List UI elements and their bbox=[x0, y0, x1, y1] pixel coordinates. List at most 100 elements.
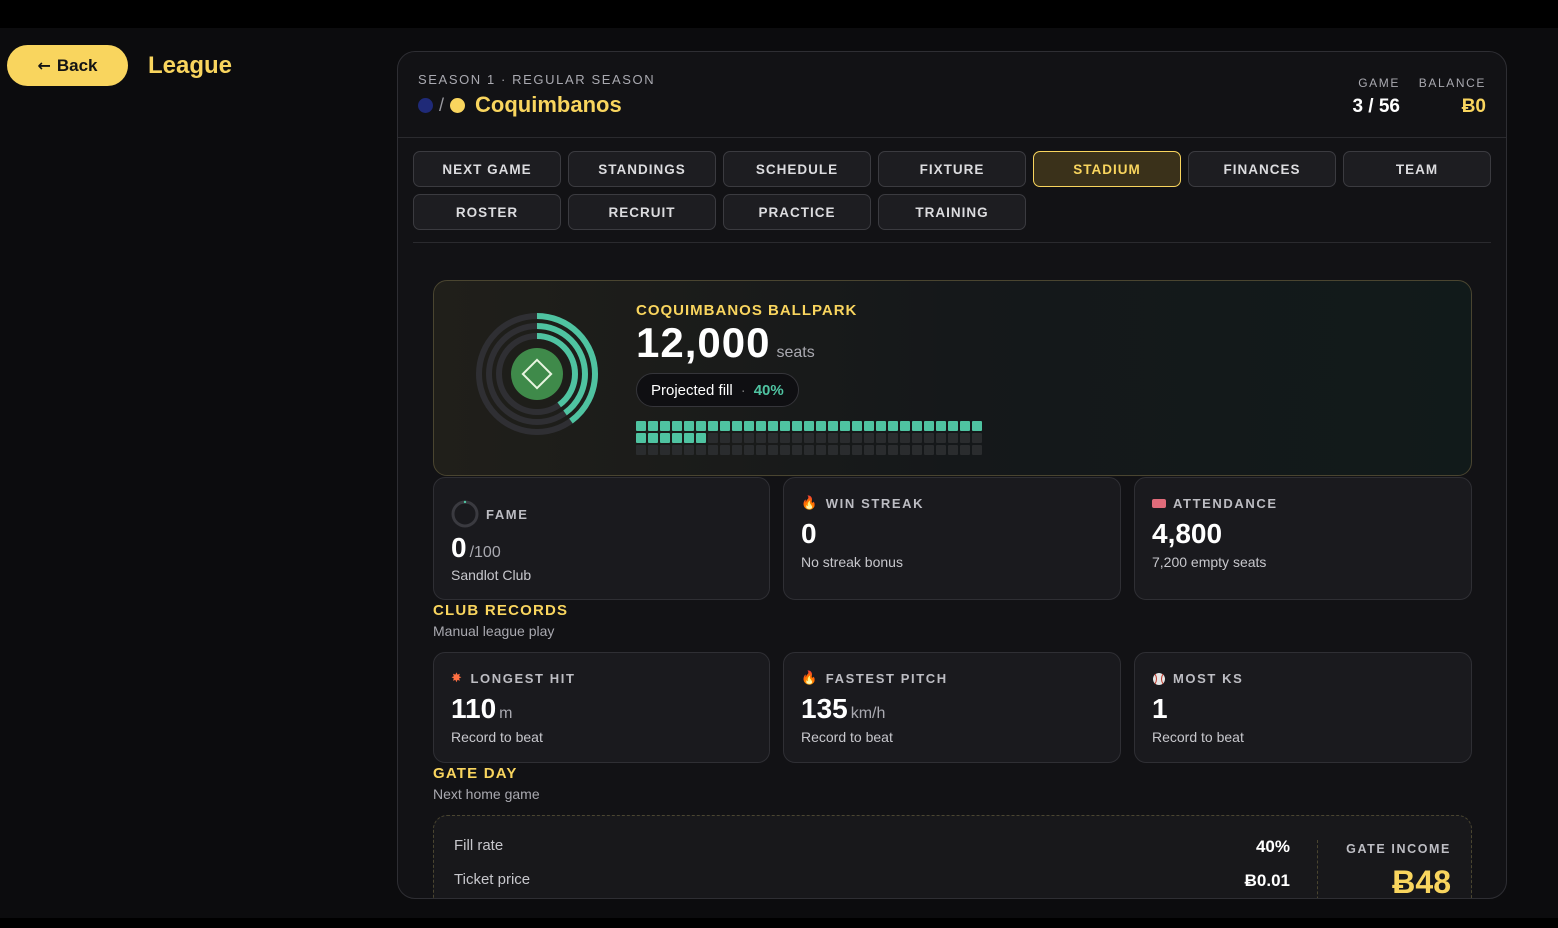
seat-cell bbox=[684, 421, 694, 431]
fame-unit: /100 bbox=[469, 544, 501, 561]
fastest-pitch-value: 135 km/h bbox=[801, 693, 885, 725]
seat-cell bbox=[648, 421, 658, 431]
seat-cell bbox=[732, 433, 742, 443]
tab-fixture[interactable]: FIXTURE bbox=[878, 151, 1026, 187]
tab-training[interactable]: TRAINING bbox=[878, 194, 1026, 230]
seat-cell bbox=[960, 433, 970, 443]
longest-hit-card: ✸ LONGEST HIT 110 m Record to beat bbox=[433, 652, 770, 763]
seat-cell bbox=[816, 445, 826, 455]
fastest-pitch-label-row: 🔥 FASTEST PITCH bbox=[801, 671, 948, 686]
fire-icon: 🔥 bbox=[801, 671, 819, 686]
longest-hit-value: 110 m bbox=[451, 693, 513, 725]
win-streak-value: 0 bbox=[801, 518, 817, 550]
tab-label: FINANCES bbox=[1223, 161, 1301, 177]
game-counter: GAME 3 / 56 bbox=[1352, 76, 1400, 118]
seat-cell bbox=[972, 433, 982, 443]
tab-finances[interactable]: FINANCES bbox=[1188, 151, 1336, 187]
tab-label: FIXTURE bbox=[919, 161, 985, 177]
baseball-icon bbox=[1153, 672, 1165, 685]
attendance-sub: 7,200 empty seats bbox=[1152, 554, 1267, 570]
seat-cell bbox=[864, 445, 874, 455]
tab-label: TEAM bbox=[1395, 161, 1439, 177]
seat-cell bbox=[876, 433, 886, 443]
seat-count: 12,000 bbox=[636, 319, 771, 366]
seat-cell bbox=[888, 433, 898, 443]
seat-cell bbox=[852, 421, 862, 431]
team-color-secondary-dot bbox=[450, 97, 466, 113]
seat-cell bbox=[672, 433, 682, 443]
fame-value: 0 /100 bbox=[451, 532, 501, 564]
tab-standings[interactable]: STANDINGS bbox=[568, 151, 716, 187]
fame-ring-icon bbox=[451, 500, 479, 528]
seat-cell bbox=[972, 421, 982, 431]
fame-label: FAME bbox=[486, 506, 529, 522]
tab-team[interactable]: TEAM bbox=[1343, 151, 1491, 187]
seat-unit: seats bbox=[776, 344, 815, 361]
seat-cell bbox=[792, 445, 802, 455]
seat-cell bbox=[912, 433, 922, 443]
seat-cell bbox=[864, 433, 874, 443]
seat-cell bbox=[852, 433, 862, 443]
back-button-label: Back bbox=[56, 55, 98, 75]
fame-number: 0 bbox=[451, 532, 467, 563]
tab-label: ROSTER bbox=[455, 204, 519, 220]
seat-cell bbox=[840, 433, 850, 443]
seat-cell bbox=[888, 445, 898, 455]
back-button[interactable]: ← Back bbox=[7, 45, 128, 86]
seat-cell bbox=[672, 421, 682, 431]
longest-hit-number: 110 bbox=[451, 693, 497, 724]
league-panel: SEASON 1 · REGULAR SEASON / Coquimbanos … bbox=[397, 51, 1507, 899]
tab-next-game[interactable]: NEXT GAME bbox=[413, 151, 561, 187]
seat-cell bbox=[816, 433, 826, 443]
projected-fill-label: Projected fill bbox=[651, 381, 733, 399]
seat-cell bbox=[636, 445, 646, 455]
fill-rate-label: Fill rate bbox=[454, 837, 504, 854]
seat-cell bbox=[852, 445, 862, 455]
tab-label: SCHEDULE bbox=[755, 161, 839, 177]
balance-counter: BALANCE Ƀ0 bbox=[1419, 76, 1486, 118]
seat-cell bbox=[720, 445, 730, 455]
attendance-number: 4,800 bbox=[1152, 518, 1223, 549]
win-streak-card: 🔥 WIN STREAK 0 No streak bonus bbox=[783, 477, 1121, 600]
longest-hit-label: LONGEST HIT bbox=[470, 671, 576, 686]
window-bottom-bar bbox=[0, 918, 1558, 928]
seat-cell bbox=[720, 421, 730, 431]
app-viewport: ← Back League SEASON 1 · REGULAR SEASON … bbox=[0, 28, 1558, 918]
tab-recruit[interactable]: RECRUIT bbox=[568, 194, 716, 230]
seat-cell bbox=[816, 421, 826, 431]
seat-cell bbox=[696, 433, 706, 443]
panel-header: SEASON 1 · REGULAR SEASON / Coquimbanos … bbox=[398, 52, 1506, 138]
seat-cell bbox=[780, 445, 790, 455]
tab-label: RECRUIT bbox=[608, 204, 676, 220]
fame-card: FAME 0 /100 Sandlot Club bbox=[433, 477, 770, 600]
seat-cell bbox=[732, 421, 742, 431]
tab-label: NEXT GAME bbox=[442, 161, 532, 177]
tab-schedule[interactable]: SCHEDULE bbox=[723, 151, 871, 187]
seat-cell bbox=[840, 445, 850, 455]
tab-roster[interactable]: ROSTER bbox=[413, 194, 561, 230]
pill-separator: · bbox=[740, 381, 746, 399]
seat-cell bbox=[948, 433, 958, 443]
fill-rate-value: 40% bbox=[1255, 837, 1290, 856]
win-streak-number: 0 bbox=[801, 518, 817, 549]
seat-cell bbox=[708, 433, 718, 443]
gate-divider bbox=[1317, 840, 1318, 898]
tab-label: TRAINING bbox=[915, 204, 989, 220]
seat-cell bbox=[636, 433, 646, 443]
tab-practice[interactable]: PRACTICE bbox=[723, 194, 871, 230]
tab-stadium[interactable]: STADIUM bbox=[1033, 151, 1181, 187]
seat-cell bbox=[936, 421, 946, 431]
seat-cell bbox=[708, 421, 718, 431]
seat-grid bbox=[636, 421, 982, 455]
seat-cell bbox=[660, 433, 670, 443]
fame-tier: Sandlot Club bbox=[451, 567, 532, 583]
most-ks-label-row: MOST KS bbox=[1152, 671, 1243, 686]
seat-cell bbox=[648, 445, 658, 455]
ticket-price-row: Ticket price Ƀ0.01 bbox=[454, 871, 1290, 891]
ticket-price-value: Ƀ0.01 bbox=[1244, 871, 1290, 890]
seat-cell bbox=[792, 433, 802, 443]
seat-cell bbox=[660, 445, 670, 455]
tabs-divider bbox=[413, 242, 1491, 243]
seat-cell bbox=[876, 445, 886, 455]
seat-cell bbox=[792, 421, 802, 431]
